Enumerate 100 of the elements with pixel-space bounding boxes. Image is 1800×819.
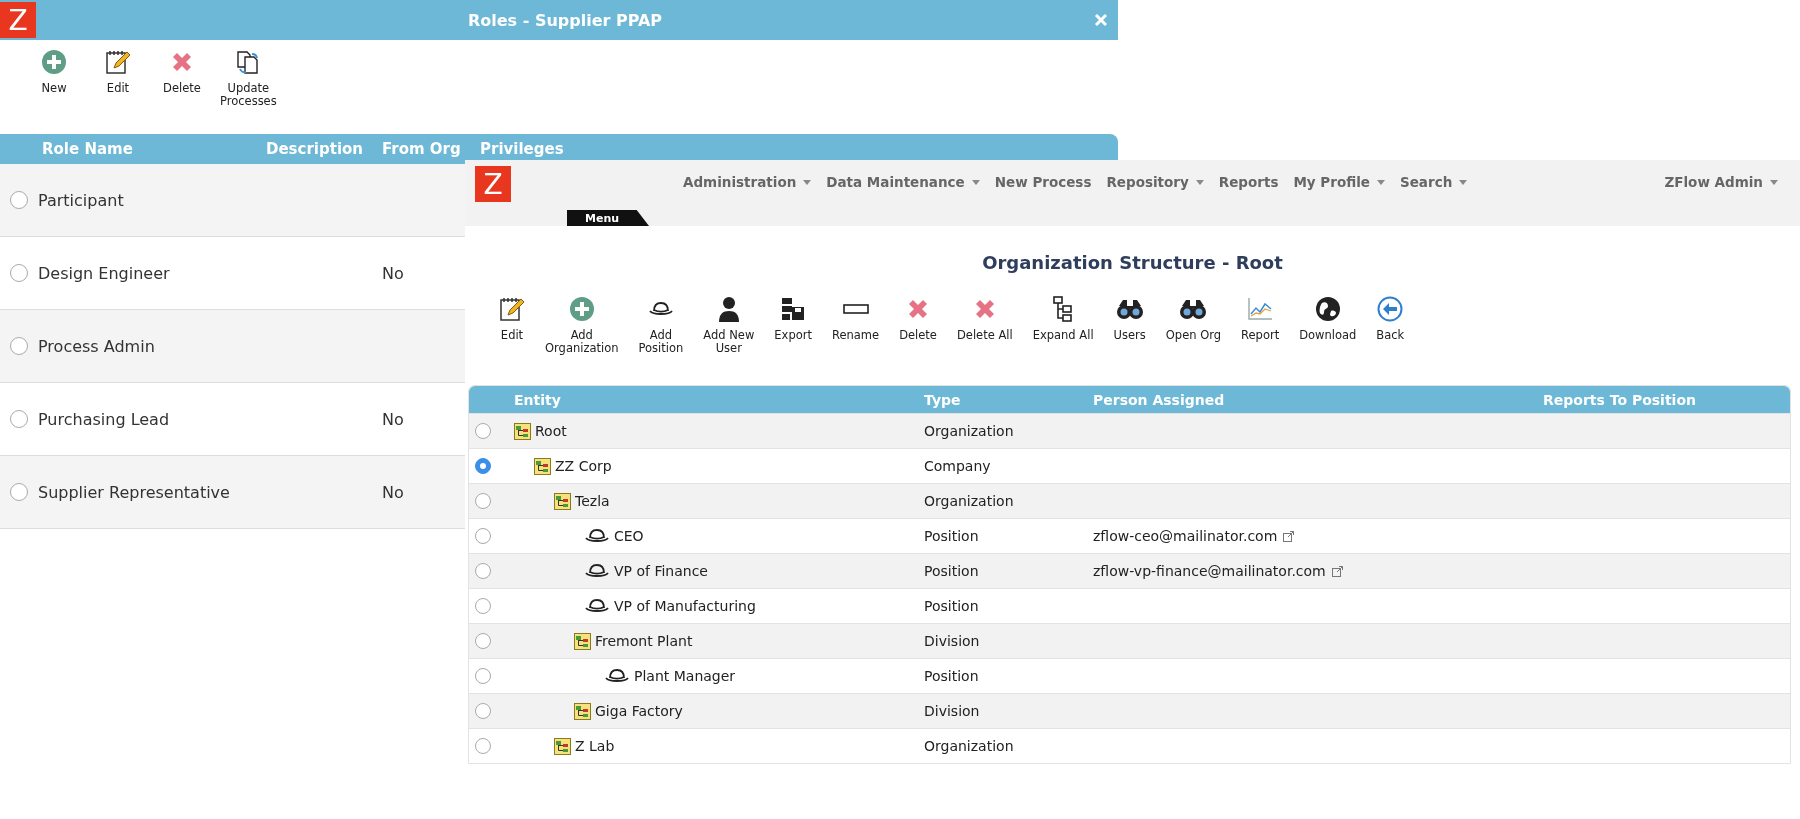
radio-button[interactable] [475,668,491,684]
table-cell-text: Position [923,563,980,579]
role-name: Participant [38,190,124,210]
caret-icon [971,179,980,185]
window-title: Roles - Supplier PPAP [466,10,664,30]
page-title: Organization Structure - Root [981,252,1284,273]
toolbar-button[interactable]: Delete [889,295,947,343]
column-header: Role Name [41,140,134,158]
entity-name: Plant Manager [634,668,736,684]
caret-icon [1195,179,1204,185]
email-link[interactable]: zflow-ceo@mailinator.com [1093,528,1278,544]
table-cell-text: No [382,409,405,429]
radio-button[interactable] [475,633,491,649]
column-header: Description [266,140,365,158]
org-chart-icon [554,492,571,510]
nav-menu-item[interactable]: New Process [994,174,1092,190]
table-cell-text: Organization [923,493,1015,509]
nav-menu-item[interactable]: Search [1400,174,1468,190]
toolbar-button[interactable]: Delete [152,48,212,96]
toolbar-button[interactable]: Edit [489,295,535,343]
radio-button[interactable] [10,410,28,428]
close-icon[interactable] [1094,13,1108,27]
toolbar-button[interactable]: Add New User [693,295,765,356]
nav-menu-item[interactable]: Administration [683,174,812,190]
entity-name: Root [535,423,567,439]
radio-button[interactable] [475,528,491,544]
table-cell-text: Company [923,458,992,474]
toolbar-button[interactable]: Back [1366,295,1415,343]
radio-button[interactable] [10,483,28,501]
toolbar-button[interactable]: Update Processes [216,48,281,109]
entity-name: Z Lab [575,738,615,754]
notepad-pencil-icon [499,296,525,322]
nav-menu-item[interactable]: Repository [1106,174,1204,190]
external-link-icon[interactable] [1331,565,1343,577]
org-chart-icon [574,632,591,650]
radio-button[interactable] [475,563,491,579]
column-header: Entity [513,391,562,408]
entity-name: Fremont Plant [595,633,693,649]
toolbar-button[interactable]: New [24,48,84,96]
toolbar-button[interactable]: Rename [822,295,890,343]
entity-name: Tezla [575,493,610,509]
org-chart-icon [574,702,591,720]
column-header: From Org [382,140,462,158]
toolbar-button[interactable]: Add Position [628,295,694,356]
caret-icon [1770,179,1778,185]
toolbar-button[interactable]: Expand All [1022,295,1104,343]
radio-button[interactable] [475,703,491,719]
radio-button[interactable] [475,738,491,754]
nav-menu-item[interactable]: Reports [1218,174,1279,190]
nav-menu-item[interactable]: My Profile [1293,174,1385,190]
column-header: Person Assigned [1092,391,1226,408]
table-cell-text: No [382,263,405,283]
radio-button[interactable] [10,337,28,355]
toolbar-button[interactable]: Report [1231,295,1290,343]
radio-button[interactable] [475,458,491,474]
toolbar-button[interactable]: Download [1289,295,1367,343]
table-cell-text: Position [923,528,980,544]
toolbar-button[interactable]: Delete All [946,295,1023,343]
radio-button[interactable] [475,598,491,614]
logo: Z [475,166,511,202]
toolbar-button[interactable]: Export [764,295,822,343]
hat-icon [647,300,674,318]
globe-icon [1314,296,1341,322]
org-chart-icon [534,457,551,475]
entity-name: VP of Finance [614,563,708,579]
entity-name: VP of Manufacturing [614,598,756,614]
hat-icon [584,562,610,580]
column-header: Privileges [480,140,565,158]
logo: Z [0,2,36,38]
rectangle-icon [842,302,869,316]
menu-tab[interactable]: Menu [567,210,649,226]
notepad-pencil-icon [105,49,131,75]
role-name: Process Admin [38,336,155,356]
radio-button[interactable] [475,493,491,509]
toolbar-button[interactable]: Add Organization [535,295,629,356]
hat-icon [584,597,610,615]
external-link-icon[interactable] [1283,530,1295,542]
table-cell-text: Organization [923,738,1015,754]
radio-button[interactable] [10,264,28,282]
person-icon [716,296,741,322]
table-cell-text: Position [923,668,980,684]
entity-name: CEO [614,528,644,544]
radio-button[interactable] [10,191,28,209]
email-link[interactable]: zflow-vp-finance@mailinator.com [1093,563,1326,579]
entity-name: Giga Factory [595,703,683,719]
radio-button[interactable] [475,423,491,439]
table-cell-text: No [382,482,405,502]
table-cell-text: Organization [923,423,1015,439]
line-chart-icon [1247,297,1274,321]
role-name: Purchasing Lead [38,409,170,429]
table-cell-text: Division [923,703,981,719]
plus-circle-icon [568,296,595,322]
nav-menu-item[interactable]: Data Maintenance [826,174,980,190]
tree-icon [1052,296,1075,322]
role-name: Supplier Representative [38,482,230,502]
toolbar-button[interactable]: Users [1103,295,1156,343]
toolbar-button[interactable]: Open Org [1155,295,1232,343]
user-menu[interactable]: ZFlow Admin [1664,160,1778,204]
table-cell-text: Division [923,633,981,649]
toolbar-button[interactable]: Edit [88,48,148,96]
